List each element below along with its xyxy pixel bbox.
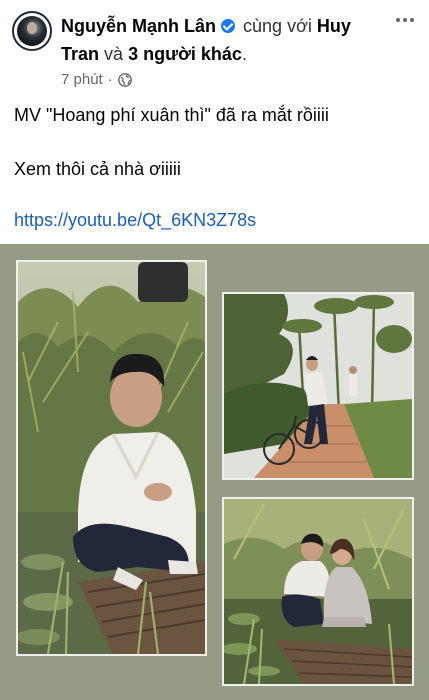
tagged-others-link[interactable]: 3 người khác — [128, 44, 242, 64]
post-meta: 7 phút · — [61, 71, 132, 88]
post-header: Nguyễn Mạnh Lân cùng với Huy Tran và 3 n… — [0, 0, 429, 95]
with-text: cùng với — [243, 16, 312, 36]
more-options-icon[interactable] — [393, 8, 417, 32]
gallery-photo-2[interactable] — [222, 292, 414, 480]
header-title-line2: Tran và 3 người khác. — [61, 42, 247, 66]
avatar-image — [17, 16, 47, 46]
gallery-photo-3[interactable] — [222, 497, 414, 686]
globe-icon — [117, 72, 132, 87]
title-period: . — [241, 44, 247, 64]
photo-gallery — [0, 244, 429, 700]
author-name[interactable]: Nguyễn Mạnh Lân — [61, 16, 216, 36]
post-link-line: https://youtu.be/Qt_6KN3Z78s — [14, 208, 256, 232]
verified-badge-icon — [221, 19, 236, 33]
header-title-line1: Nguyễn Mạnh Lân cùng với Huy — [61, 14, 351, 38]
post-text-line1: MV "Hoang phí xuân thì" đã ra mắt rồiiii — [14, 105, 329, 125]
and-text: và — [104, 44, 124, 64]
post-timestamp[interactable]: 7 phút — [61, 71, 103, 88]
tagged-user-1-first[interactable]: Huy — [317, 16, 351, 36]
gallery-photo-1[interactable] — [16, 260, 207, 656]
youtube-link[interactable]: https://youtu.be/Qt_6KN3Z78s — [14, 210, 256, 230]
tagged-user-1-last[interactable]: Tran — [61, 44, 99, 64]
post-text-line2: Xem thôi cả nhà ơiiiii — [14, 159, 181, 179]
meta-separator: · — [107, 71, 113, 88]
author-avatar[interactable] — [12, 11, 52, 51]
